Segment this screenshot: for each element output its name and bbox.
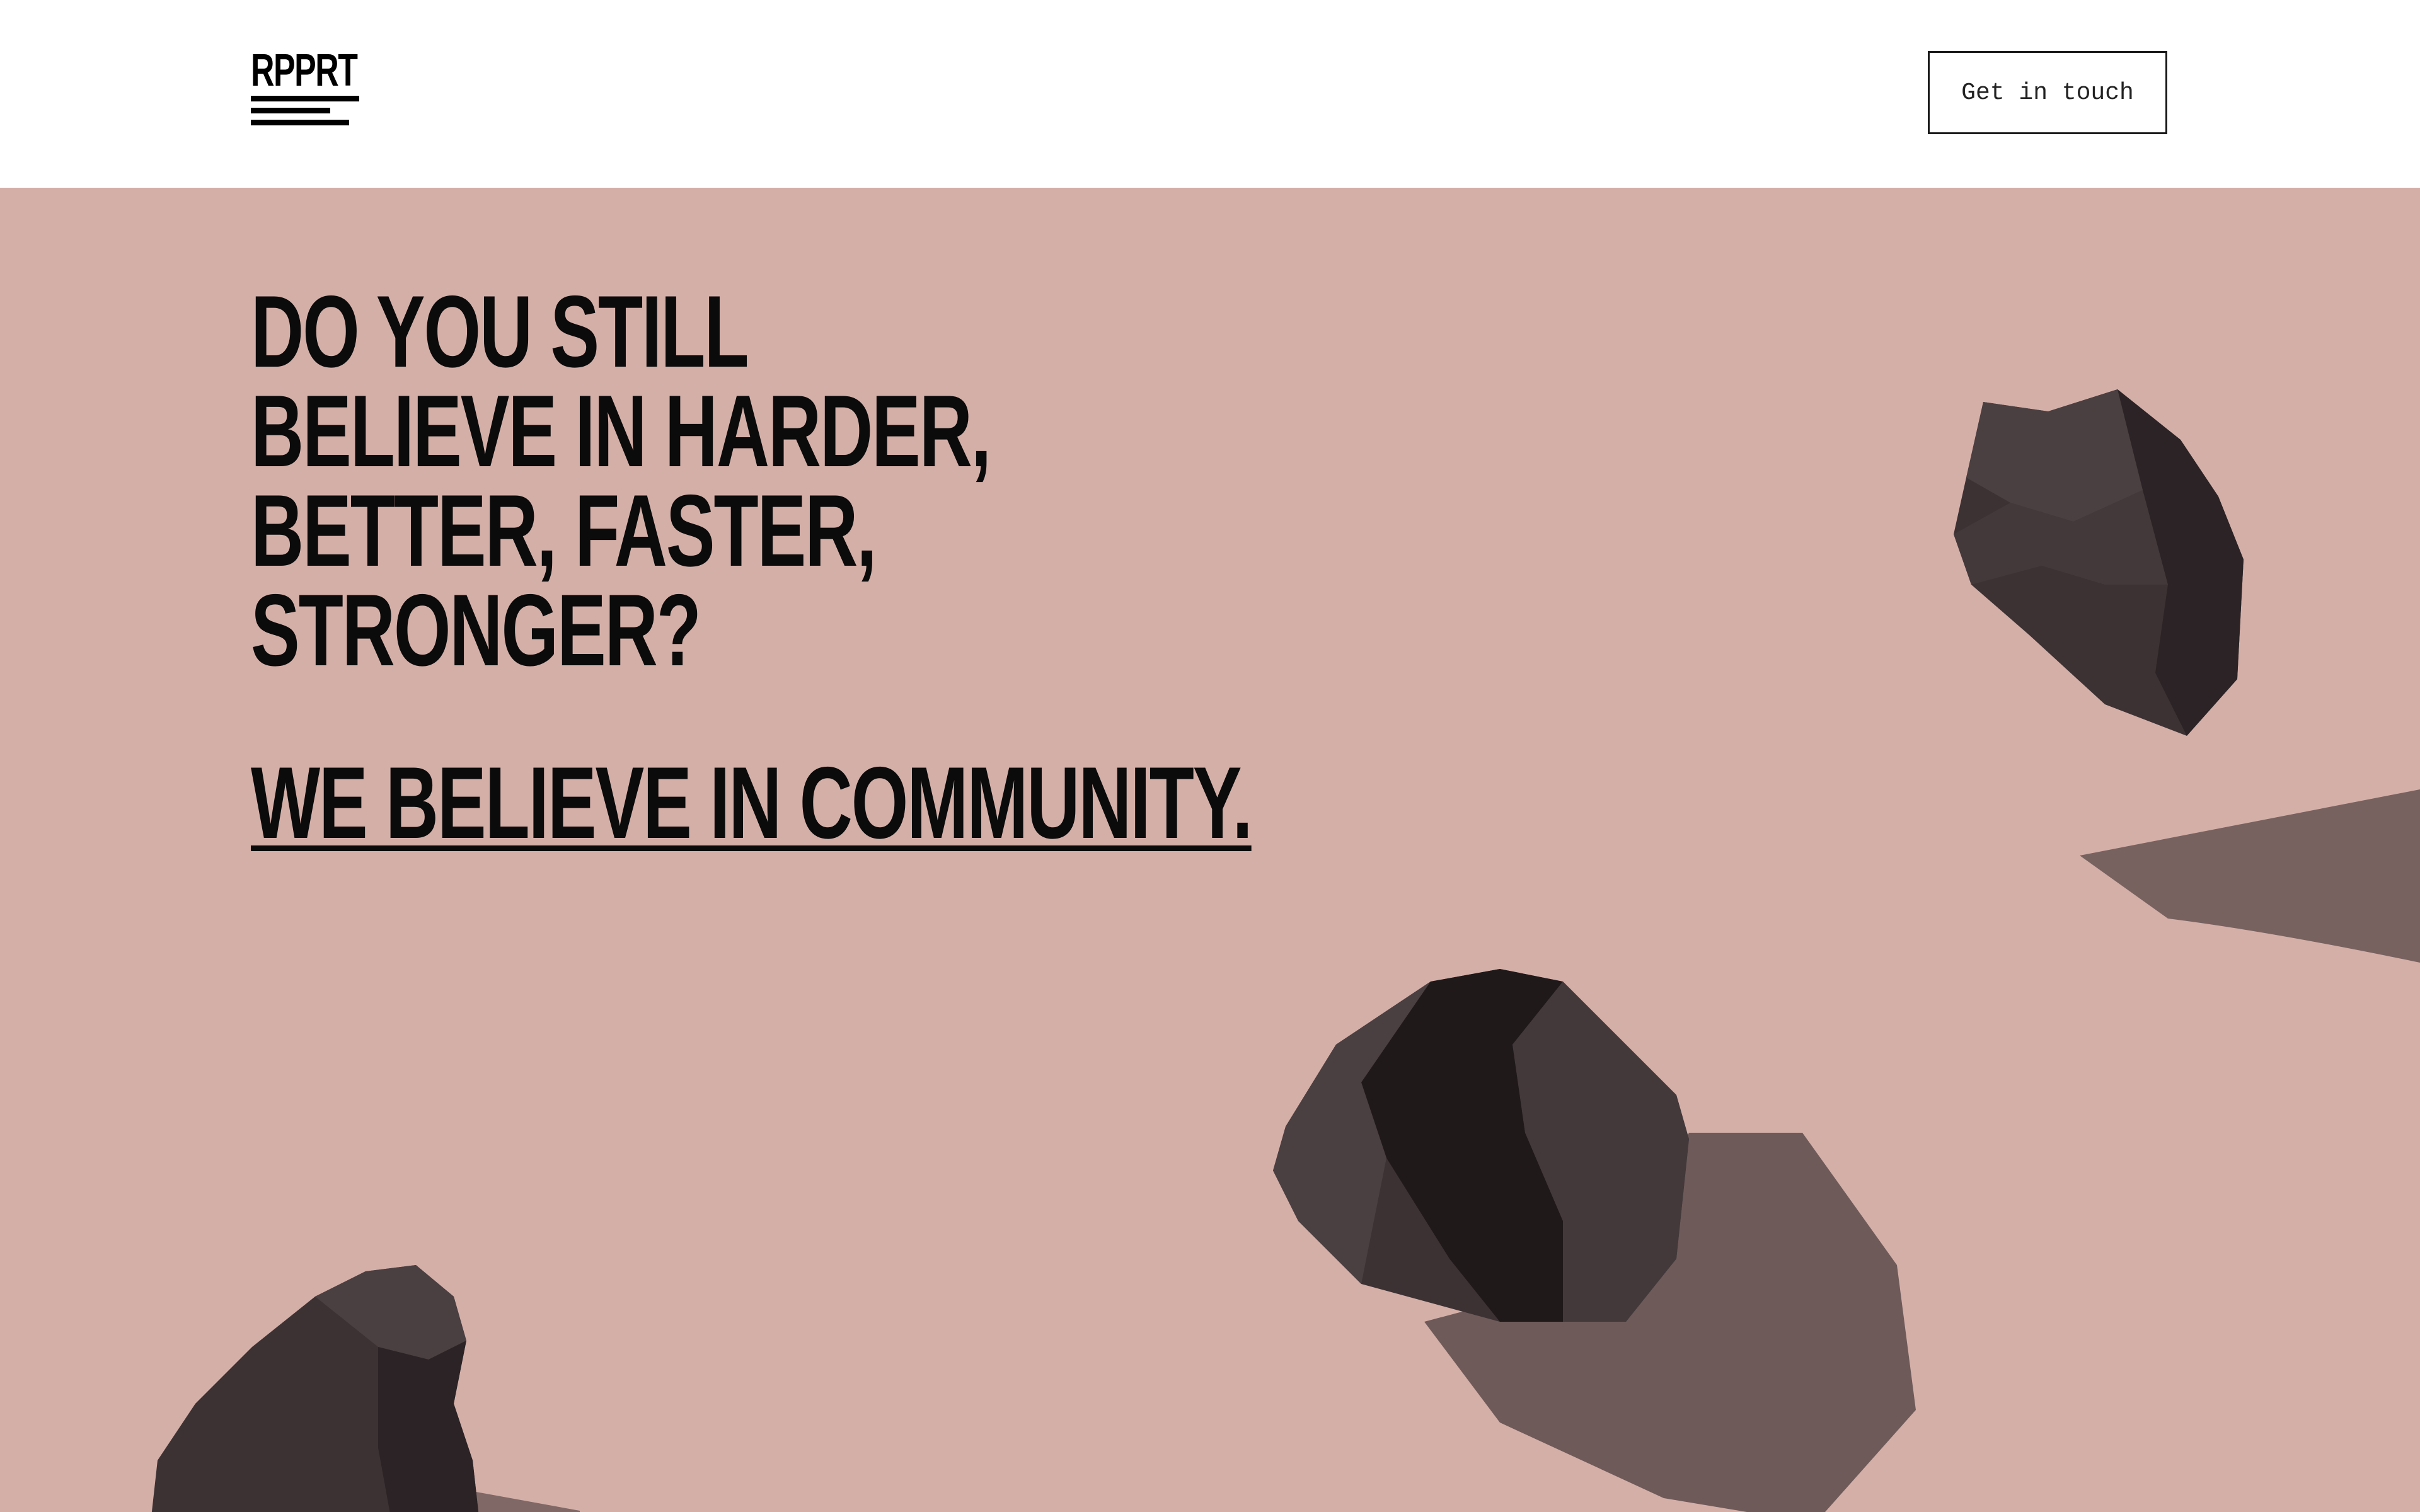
- site-header: RPPRT Get in touch: [0, 0, 2420, 188]
- community-link[interactable]: WE BELIEVE IN COMMUNITY.: [251, 752, 1253, 854]
- rock-image-top-right: [1954, 389, 2420, 963]
- rock-image-bottom-left: [151, 1265, 580, 1512]
- hero-text: DO YOU STILL BELIEVE IN HARDER, BETTER, …: [251, 275, 1253, 854]
- hero-headline: DO YOU STILL BELIEVE IN HARDER, BETTER, …: [251, 275, 991, 687]
- hero-section: DO YOU STILL BELIEVE IN HARDER, BETTER, …: [0, 188, 2420, 1512]
- logo-lines-icon: [251, 96, 359, 125]
- logo-wordmark: RPPRT: [251, 45, 358, 96]
- get-in-touch-button[interactable]: Get in touch: [1928, 51, 2167, 134]
- rock-image-center: [1273, 969, 1916, 1512]
- logo[interactable]: RPPRT: [251, 45, 371, 140]
